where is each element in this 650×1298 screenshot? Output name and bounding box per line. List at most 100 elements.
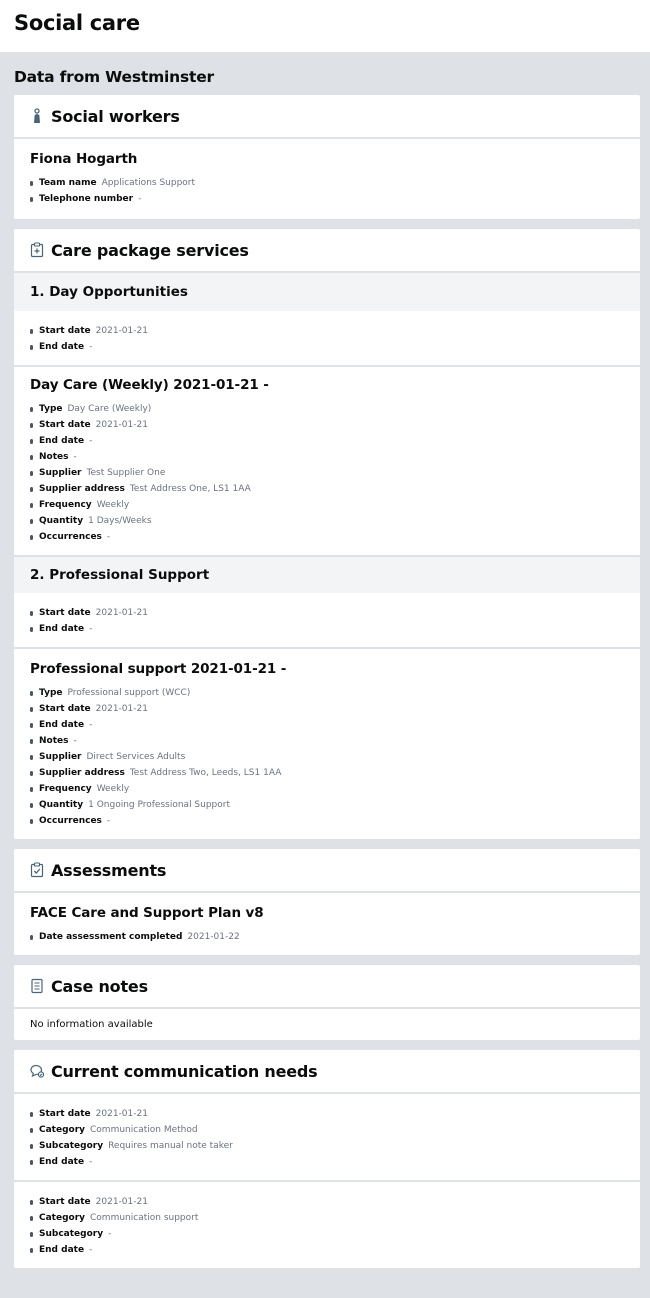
property-value: 2021-01-21 [95, 326, 148, 336]
property-item: Occurrences - [30, 529, 624, 545]
property-item: Notes - [30, 733, 624, 749]
service-section: Day Care (Weekly) 2021-01-21 - Type Day C… [14, 365, 640, 555]
medical-clipboard-icon [30, 242, 44, 258]
property-key: Start date [39, 1109, 91, 1119]
property-item: End date - [30, 433, 624, 449]
property-item: End date - [30, 717, 624, 733]
property-item: Start date 2021-01-21 [30, 701, 624, 717]
property-key: Notes [39, 736, 69, 746]
property-value: - [106, 532, 111, 542]
card-title: Care package services [51, 240, 249, 260]
property-list: Start date 2021-01-21 End date - [30, 605, 624, 637]
card-title: Social workers [51, 106, 180, 126]
property-key: Telephone number [39, 194, 134, 204]
card-header: Care package services [14, 229, 640, 273]
property-value: - [89, 624, 93, 634]
property-key: Category [39, 1213, 86, 1223]
communication-need-entry: Start date 2021-01-21 Category Communicati… [14, 1094, 640, 1180]
property-value: Direct Services Adults [86, 752, 186, 762]
property-value: Communication Method [90, 1125, 198, 1135]
property-value: 2021-01-21 [95, 704, 148, 714]
property-key: Supplier address [39, 768, 125, 778]
property-value: 2021-01-21 [95, 420, 148, 430]
card-header: Case notes [14, 965, 640, 1009]
property-item: Date assessment completed 2021-01-22 [30, 929, 624, 945]
property-key: End date [39, 436, 85, 446]
property-key: End date [39, 342, 85, 352]
property-value: 1 Ongoing Professional Support [88, 800, 231, 810]
communication-need-entry: Start date 2021-01-21 Category Communicati… [14, 1180, 640, 1268]
property-key: Supplier [39, 752, 82, 762]
property-value: - [73, 736, 77, 746]
property-key: Subcategory [39, 1229, 104, 1239]
property-list: Type Professional support (WCC) Start dat… [30, 685, 624, 829]
property-item: End date - [30, 1154, 624, 1170]
property-value: - [89, 1157, 93, 1167]
service-title: Professional support 2021-01-21 - [30, 661, 287, 677]
package-group-details: Start date 2021-01-21 End date - [14, 593, 640, 647]
clipboard-check-icon [30, 862, 44, 878]
property-value: Requires manual note taker [108, 1141, 233, 1151]
source-title: Data from Westminster [14, 68, 214, 86]
property-key: Type [39, 404, 63, 414]
property-value: Communication support [90, 1213, 199, 1223]
property-item: Quantity 1 Days/Weeks [30, 513, 624, 529]
social-worker-name: Fiona Hogarth [30, 151, 138, 167]
property-key: End date [39, 1157, 85, 1167]
property-item: End date - [30, 1242, 624, 1258]
package-group-heading: 1. Day Opportunities [14, 273, 640, 311]
property-value: Professional support (WCC) [67, 688, 191, 698]
property-value: 2021-01-21 [95, 1109, 148, 1119]
property-item: Start date 2021-01-21 [30, 417, 624, 433]
property-item: Type Professional support (WCC) [30, 685, 624, 701]
service-title: Day Care (Weekly) 2021-01-21 - [30, 377, 269, 393]
property-key: Occurrences [39, 816, 102, 826]
property-item: Subcategory - [30, 1226, 624, 1242]
property-item: Subcategory Requires manual note taker [30, 1138, 624, 1154]
property-item: Category Communication support [30, 1210, 624, 1226]
card-title: Assessments [51, 860, 167, 880]
card-title: Current communication needs [51, 1061, 318, 1081]
property-key: Start date [39, 608, 91, 618]
property-value: Day Care (Weekly) [67, 404, 152, 414]
person-icon [30, 108, 44, 124]
property-value: - [89, 342, 93, 352]
property-value: 2021-01-21 [95, 1197, 148, 1207]
package-group-details: Start date 2021-01-21 End date - [14, 311, 640, 365]
property-item: Supplier Direct Services Adults [30, 749, 624, 765]
property-item: Supplier Test Supplier One [30, 465, 624, 481]
empty-state: No information available [30, 1019, 153, 1030]
property-list: Type Day Care (Weekly) Start date 2021-01-… [30, 401, 624, 545]
property-list: Date assessment completed 2021-01-22 [30, 929, 624, 945]
property-key: Date assessment completed [39, 932, 183, 942]
property-item: Start date 2021-01-21 [30, 1194, 624, 1210]
property-key: Quantity [39, 800, 84, 810]
property-item: End date - [30, 621, 624, 637]
property-key: Start date [39, 704, 91, 714]
package-group-heading: 2. Professional Support [14, 555, 640, 593]
package-group-title: 2. Professional Support [30, 567, 210, 583]
property-value: - [89, 720, 93, 730]
page-header: Social care [0, 0, 650, 52]
property-key: Start date [39, 326, 91, 336]
property-item: Team name Applications Support [30, 175, 624, 191]
property-key: Start date [39, 1197, 91, 1207]
property-item: Start date 2021-01-21 [30, 323, 624, 339]
service-section: Professional support 2021-01-21 - Type Pr… [14, 647, 640, 839]
property-item: Occurrences - [30, 813, 624, 829]
property-key: Category [39, 1125, 86, 1135]
property-value: 1 Days/Weeks [88, 516, 152, 526]
main-content: Data from Westminster Social workers Fio… [0, 52, 650, 1298]
case-notes-card: Case notes No information available [14, 965, 640, 1040]
property-value: - [108, 1229, 112, 1239]
document-icon [30, 978, 44, 994]
property-value: Test Supplier One [86, 468, 166, 478]
property-item: Start date 2021-01-21 [30, 605, 624, 621]
property-item: Frequency Weekly [30, 497, 624, 513]
property-value: 2021-01-21 [95, 608, 148, 618]
package-group-title: 1. Day Opportunities [30, 284, 188, 300]
property-key: Supplier address [39, 484, 125, 494]
property-list: Team name Applications Support Telephone … [30, 175, 624, 207]
property-list: Start date 2021-01-21 Category Communicati… [30, 1194, 624, 1258]
communication-needs-card: Current communication needs Start date 20… [14, 1050, 640, 1268]
